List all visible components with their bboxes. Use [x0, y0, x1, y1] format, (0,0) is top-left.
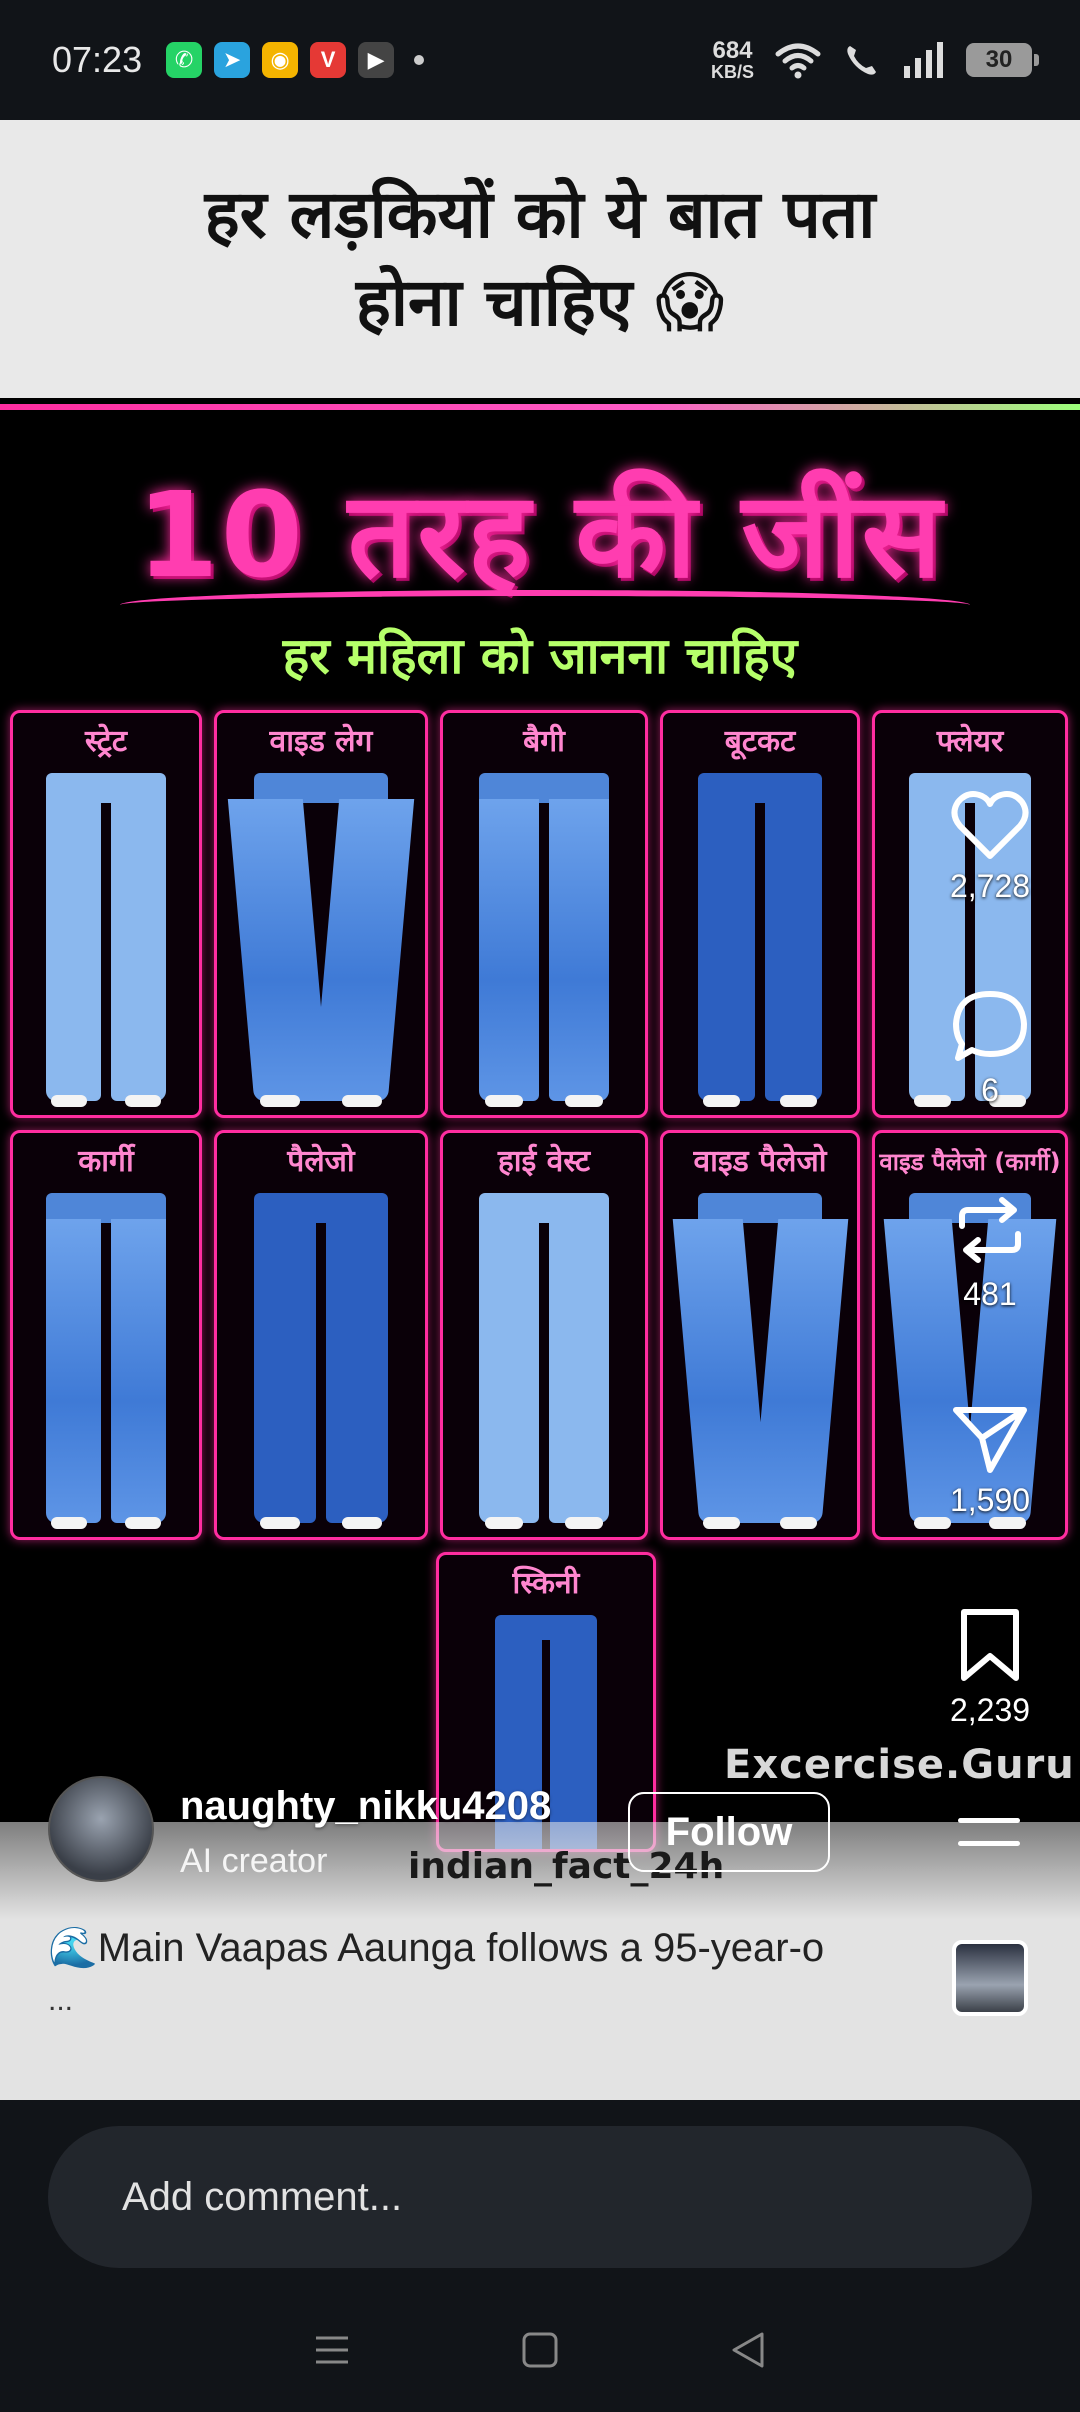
repost-button[interactable]: 481	[930, 1190, 1050, 1313]
jeans-card-cargo: कार्गी	[10, 1130, 202, 1540]
share-button[interactable]: 1,590	[930, 1400, 1050, 1519]
net-speed-value: 684	[712, 37, 753, 64]
youtube-icon: ▶	[358, 42, 395, 78]
comment-input[interactable]	[122, 2174, 922, 2220]
heart-icon	[951, 791, 1029, 859]
notification-icons: ✆ ➤ ◉ V ▶	[166, 42, 425, 78]
author-label: AI creator	[180, 1842, 328, 1880]
author-username[interactable]: naughty_nikku4208	[180, 1784, 551, 1829]
follow-button[interactable]: Follow	[628, 1792, 830, 1872]
jeans-label: वाइड लेग	[269, 724, 373, 759]
jeans-card-wide-palazzo: वाइड पैलेजो	[660, 1130, 860, 1540]
app-ring-icon: ◉	[262, 42, 299, 78]
comment-button[interactable]: 6	[930, 988, 1050, 1109]
post-header-line-2: होना चाहिए 😱	[355, 264, 725, 341]
jeans-label: कार्गी	[78, 1144, 134, 1179]
like-count: 2,728	[949, 868, 1031, 904]
jeans-label: बूटकट	[724, 724, 796, 759]
jeans-label: हाई वेस्ट	[497, 1144, 591, 1179]
jeans-image	[227, 773, 415, 1107]
jeans-label: बैगी	[523, 724, 565, 759]
like-button[interactable]: 2,728	[930, 790, 1050, 905]
post-subtitle: हर महिला को जानना चाहिए	[282, 627, 798, 685]
comment-bar[interactable]	[48, 2126, 1032, 2268]
bookmark-icon	[961, 1609, 1019, 1681]
jeans-label: वाइड पैलेजो (कार्गी)	[879, 1148, 1061, 1176]
more-options-icon[interactable]	[958, 1818, 1020, 1864]
jeans-label: वाइड पैलेजो	[693, 1144, 827, 1179]
status-right: 684 KB/S 30	[710, 0, 1039, 120]
jeans-image	[697, 773, 823, 1107]
caption-more[interactable]: ...	[48, 1984, 73, 2018]
jeans-image	[46, 773, 166, 1107]
system-nav-bar	[0, 2310, 1080, 2390]
status-time: 07:23	[52, 39, 143, 80]
share-count: 1,590	[949, 1482, 1031, 1518]
jeans-label: स्ट्रेट	[85, 724, 127, 759]
jeans-label: पैलेजो	[287, 1144, 355, 1179]
audio-thumbnail[interactable]	[952, 1940, 1028, 2016]
post-header-band: हर लड़कियों को ये बात पता होना चाहिए 😱	[0, 120, 1080, 398]
save-count: 2,239	[949, 1692, 1031, 1728]
more-notifications-dot	[414, 55, 425, 65]
jeans-label: फ्लेयर	[936, 724, 1004, 759]
signal-icon	[904, 42, 943, 78]
post-caption[interactable]: 🌊Main Vaapas Aaunga follows a 95-year-o	[48, 1924, 908, 1971]
watermark: Excercise.Guru	[724, 1742, 1075, 1788]
save-button[interactable]: 2,239	[930, 1606, 1050, 1729]
home-icon[interactable]	[520, 2330, 560, 2370]
jeans-image	[672, 1193, 848, 1529]
wifi-calling-icon	[847, 46, 876, 75]
jeans-card-high-waist: हाई वेस्ट	[440, 1130, 648, 1540]
jeans-label: स्किनी	[512, 1566, 580, 1601]
title-swoosh	[120, 590, 970, 620]
comment-count: 6	[981, 1072, 999, 1108]
status-bar: 07:23 ✆ ➤ ◉ V ▶ 684 KB/S 30	[0, 0, 1080, 120]
network-speed: 684 KB/S	[710, 37, 754, 82]
jeans-image	[254, 1193, 388, 1529]
battery-icon: 30	[966, 43, 1039, 77]
jeans-image	[46, 1193, 166, 1529]
comment-bubble-icon	[953, 991, 1027, 1061]
jeans-image	[479, 1193, 609, 1529]
net-speed-unit: KB/S	[710, 62, 754, 82]
vpn-icon: V	[310, 42, 347, 78]
recent-apps-icon[interactable]	[312, 2330, 352, 2370]
jeans-card-palazzo: पैलेजो	[214, 1130, 428, 1540]
jeans-card-straight: स्ट्रेट	[10, 710, 202, 1118]
avatar[interactable]	[48, 1776, 154, 1882]
back-icon[interactable]	[728, 2330, 768, 2370]
wifi-icon	[775, 43, 821, 79]
repost-count: 481	[963, 1276, 1017, 1312]
post-title: 10 तरह की जींस	[136, 466, 944, 604]
jeans-image	[479, 773, 609, 1107]
jeans-card-wide-leg: वाइड लेग	[214, 710, 428, 1118]
jeans-card-bootcut: बूटकट	[660, 710, 860, 1118]
jeans-card-baggy: बैगी	[440, 710, 648, 1118]
repost-icon	[959, 1197, 1021, 1263]
send-icon	[953, 1407, 1027, 1473]
post-header-line-1: हर लड़कियों को ये बात पता	[204, 176, 876, 253]
whatsapp-icon: ✆	[166, 42, 203, 78]
telegram-icon: ➤	[214, 42, 251, 78]
divider	[0, 404, 1080, 410]
